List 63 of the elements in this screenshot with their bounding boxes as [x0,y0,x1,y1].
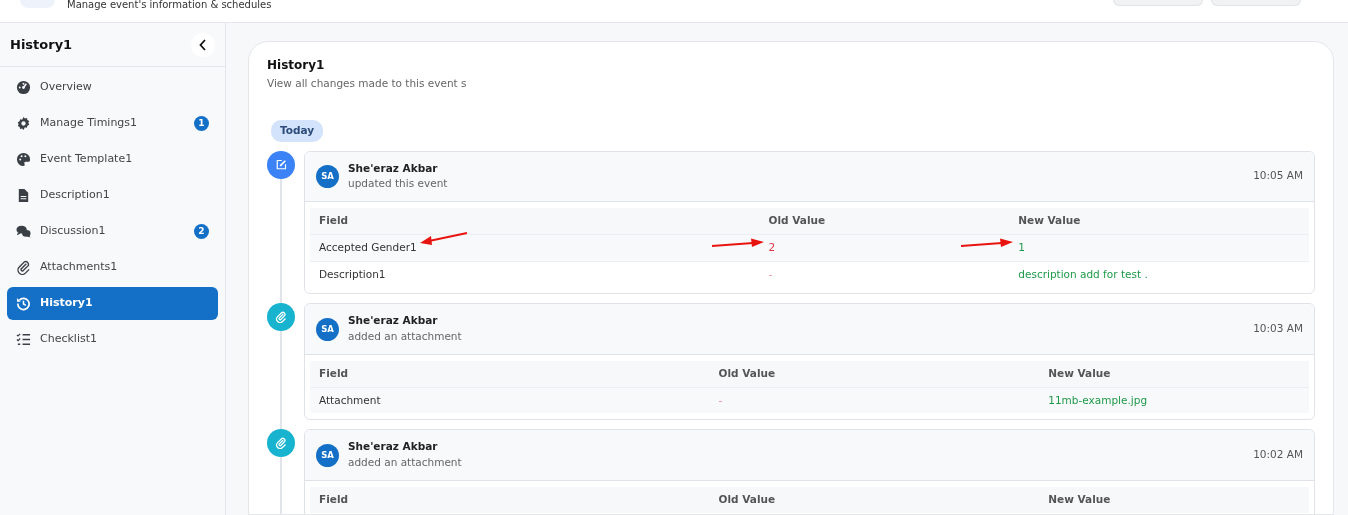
sidebar-item[interactable]: Checklist1 [7,323,218,356]
collapse-button[interactable] [191,32,215,57]
table-cell-text: Accepted Gender1 [319,239,417,256]
sidebar-item[interactable]: Event Template1 [7,143,218,176]
chat-bubbles-icon [16,224,31,239]
edit-icon [275,158,287,171]
user-name: She'eraz Akbar [348,439,439,455]
action-text: added an attachment [348,329,462,344]
history-icon [16,296,31,311]
section-subtitle: View all changes made to this event s [267,76,468,91]
annotation-arrow [960,237,1015,248]
palette-icon [16,152,31,167]
header-button[interactable] [1211,0,1301,6]
table-cell-text: - [768,266,773,282]
paperclip-icon [275,311,287,324]
table-cell-text: 2 [768,239,776,256]
column-header: Old Value [759,208,1010,235]
gear-icon [16,116,31,131]
count-badge: 2 [194,224,209,239]
column-header: Old Value [709,360,1040,387]
timestamp: 10:05 AM [1253,168,1303,184]
user-name: She'eraz Akbar [348,160,439,176]
sidebar-item[interactable]: Overview [7,71,218,104]
sidebar-item[interactable]: Attachments1 [7,251,218,284]
paperclip-icon [16,260,31,275]
table-cell-text: - [718,392,723,408]
table-cell-text: 1 [1018,239,1025,256]
table-cell-text: Attachment [319,392,381,408]
column-header: Field [310,360,710,387]
sidebar-item[interactable]: Manage Timings1 1 [7,107,218,140]
annotation-arrow [418,231,469,246]
date-pill: Today [271,119,324,142]
paperclip-icon [275,437,287,450]
sidebar-title: History1 [10,35,73,54]
column-header: New Value [1039,486,1309,513]
timestamp: 10:02 AM [1253,447,1303,463]
page-subtitle: Manage event's information & schedules [67,0,272,10]
timestamp: 10:03 AM [1253,321,1303,337]
column-header: New Value [1009,208,1309,235]
header-button[interactable] [1113,0,1203,6]
action-text: updated this event [348,176,448,192]
count-badge: 1 [194,116,209,131]
chevron-left-icon [199,38,207,51]
user-avatar: SA [316,317,339,341]
sidebar-item[interactable]: Discussion1 2 [7,215,218,248]
sidebar-item[interactable]: Description1 [7,179,218,212]
sidebar-item[interactable]: History1 [7,287,218,320]
gauge-icon [16,80,31,95]
annotation-arrow [710,237,765,248]
checklist-icon [16,332,31,347]
action-text: added an attachment [348,455,462,470]
section-title: History1 [267,57,326,74]
table-cell-text: 11mb-example.jpg [1048,392,1148,408]
column-header: Old Value [709,486,1040,513]
user-avatar: SA [316,443,339,467]
table-cell-text: Description1 [319,266,386,282]
user-avatar: SA [316,164,339,188]
column-header: Field [310,208,760,235]
user-name: She'eraz Akbar [348,313,439,329]
column-header: New Value [1039,360,1309,387]
table-cell-text: description add for test . [1018,266,1148,282]
document-icon [16,188,31,203]
column-header: Field [310,486,710,513]
